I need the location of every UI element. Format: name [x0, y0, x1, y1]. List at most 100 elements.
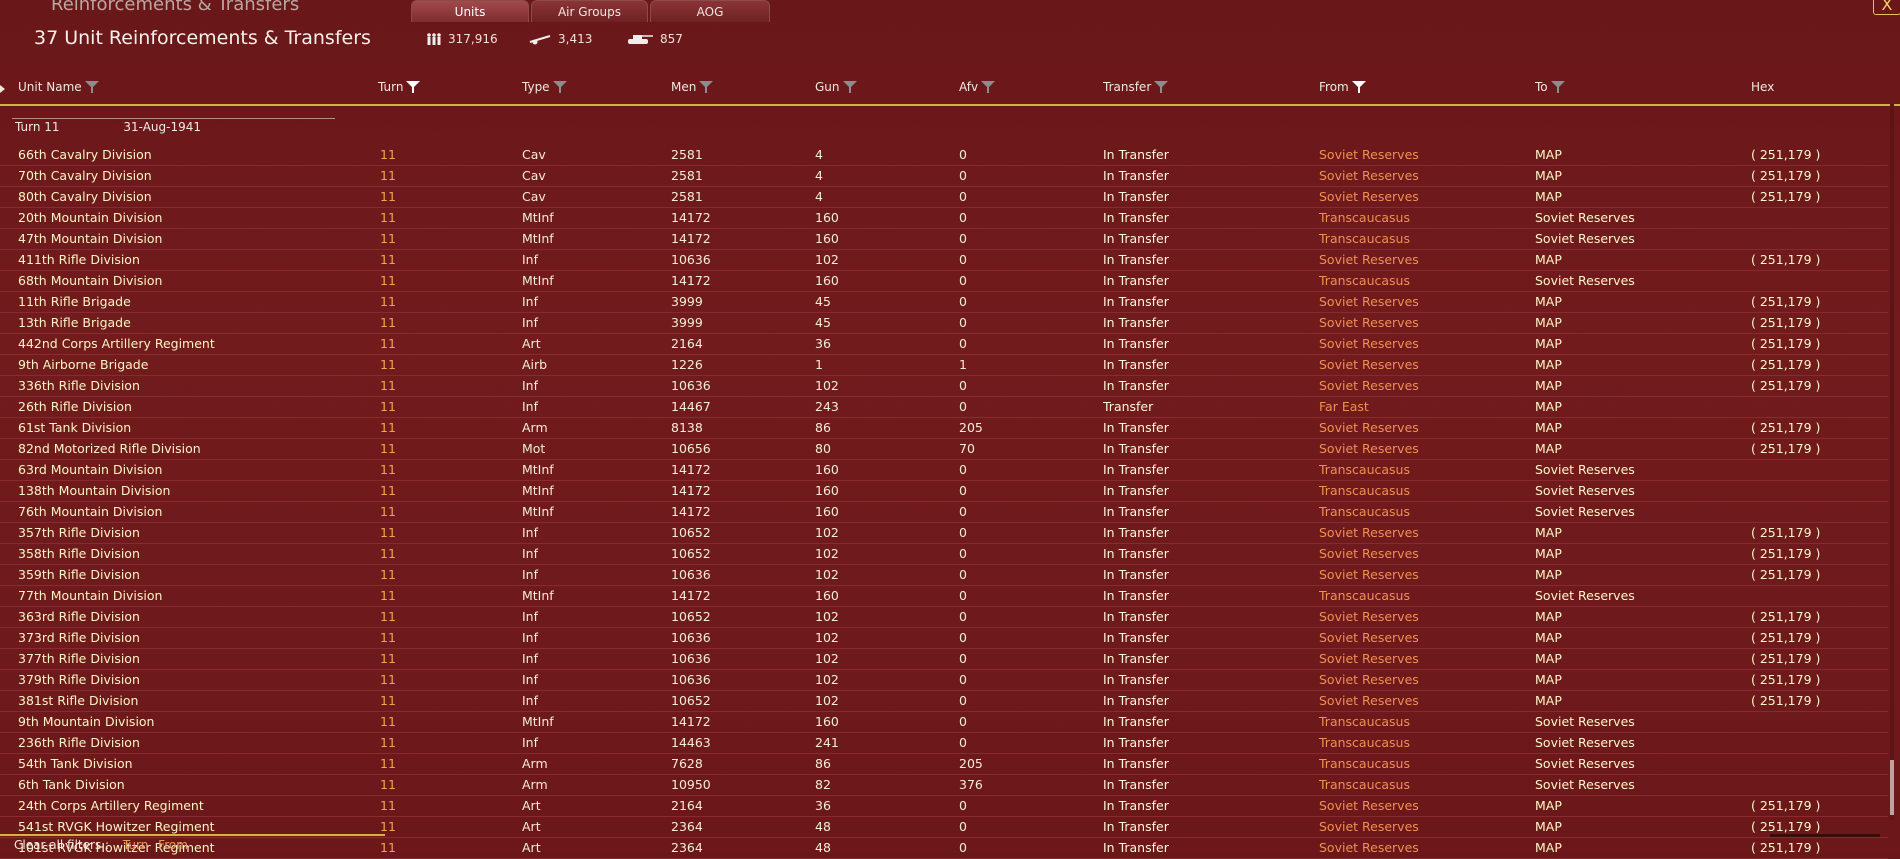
- filter-icon[interactable]: [1154, 81, 1169, 93]
- table-row[interactable]: 236th Rifle Division 11 Inf 14463 241 0 In Tra…: [0, 733, 1888, 754]
- unit-name-cell[interactable]: 13th Rifle Brigade: [18, 315, 131, 330]
- unit-name-cell[interactable]: 9th Airborne Brigade: [18, 357, 148, 372]
- table-row[interactable]: 381st Rifle Division 11 Inf 10652 102 0 In Tra…: [0, 691, 1888, 712]
- unit-name-cell[interactable]: 336th Rifle Division: [18, 378, 140, 393]
- clear-filters-label[interactable]: Clear all filters :: [14, 838, 109, 852]
- unit-name-cell[interactable]: 236th Rifle Division: [18, 735, 140, 750]
- unit-name-cell[interactable]: 76th Mountain Division: [18, 504, 162, 519]
- unit-name-cell[interactable]: 11th Rifle Brigade: [18, 294, 131, 309]
- unit-name-cell[interactable]: 66th Cavalry Division: [18, 147, 152, 162]
- table-row[interactable]: 47th Mountain Division 11 MtInf 14172 160 0 In…: [0, 229, 1888, 250]
- scrollbar-thumb[interactable]: [1890, 760, 1894, 815]
- unit-name-cell[interactable]: 373rd Rifle Division: [18, 630, 140, 645]
- unit-name-cell[interactable]: 9th Mountain Division: [18, 714, 154, 729]
- table-row[interactable]: 442nd Corps Artillery Regiment 11 Art 2164 3…: [0, 334, 1888, 355]
- unit-name-cell[interactable]: 54th Tank Division: [18, 756, 133, 771]
- unit-name-cell[interactable]: 26th Rifle Division: [18, 399, 132, 414]
- table-row[interactable]: 82nd Motorized Rifle Division 11 Mot 10656 8…: [0, 439, 1888, 460]
- table-row[interactable]: 358th Rifle Division 11 Inf 10652 102 0 In Tra…: [0, 544, 1888, 565]
- column-unit-name[interactable]: Unit Name: [18, 80, 99, 94]
- unit-name-cell[interactable]: 359th Rifle Division: [18, 567, 140, 582]
- table-row[interactable]: 357th Rifle Division 11 Inf 10652 102 0 In Tra…: [0, 523, 1888, 544]
- table-row[interactable]: 377th Rifle Division 11 Inf 10636 102 0 In Tra…: [0, 649, 1888, 670]
- hex-cell: ( 251,179 ): [1751, 357, 1821, 372]
- unit-name-cell[interactable]: 47th Mountain Division: [18, 231, 162, 246]
- table-row[interactable]: 76th Mountain Division 11 MtInf 14172 160 0 In…: [0, 502, 1888, 523]
- afv-cell: 70: [959, 441, 975, 456]
- unit-name-cell[interactable]: 377th Rifle Division: [18, 651, 140, 666]
- filter-icon[interactable]: [981, 81, 996, 93]
- table-row[interactable]: 54th Tank Division 11 Arm 7628 86 205 In Trans…: [0, 754, 1888, 775]
- unit-name-cell[interactable]: 357th Rifle Division: [18, 525, 140, 540]
- afv-cell: 1: [959, 357, 967, 372]
- unit-name-cell[interactable]: 411th Rifle Division: [18, 252, 140, 267]
- filter-icon[interactable]: [552, 81, 567, 93]
- table-row[interactable]: 68th Mountain Division 11 MtInf 14172 160 0 In…: [0, 271, 1888, 292]
- unit-name-cell[interactable]: 77th Mountain Division: [18, 588, 162, 603]
- table-row[interactable]: 63rd Mountain Division 11 MtInf 14172 160 0 In…: [0, 460, 1888, 481]
- table-row[interactable]: 336th Rifle Division 11 Inf 10636 102 0 In Tra…: [0, 376, 1888, 397]
- unit-name-cell[interactable]: 68th Mountain Division: [18, 273, 162, 288]
- table-row[interactable]: 13th Rifle Brigade 11 Inf 3999 45 0 In Transfe…: [0, 313, 1888, 334]
- table-row[interactable]: 11th Rifle Brigade 11 Inf 3999 45 0 In Transfe…: [0, 292, 1888, 313]
- table-row[interactable]: 24th Corps Artillery Regiment 11 Art 2164 36…: [0, 796, 1888, 817]
- filter-icon[interactable]: [1550, 81, 1565, 93]
- unit-name-cell[interactable]: 358th Rifle Division: [18, 546, 140, 561]
- unit-name-cell[interactable]: 61st Tank Division: [18, 420, 131, 435]
- unit-name-cell[interactable]: 24th Corps Artillery Regiment: [18, 798, 204, 813]
- filter-active-icon[interactable]: [406, 81, 421, 93]
- unit-name-cell[interactable]: 63rd Mountain Division: [18, 462, 162, 477]
- table-row[interactable]: 20th Mountain Division 11 MtInf 14172 160 0 In…: [0, 208, 1888, 229]
- table-row[interactable]: 9th Airborne Brigade 11 Airb 1226 1 1 In Trans…: [0, 355, 1888, 376]
- filter-active-icon[interactable]: [1351, 81, 1366, 93]
- table-row[interactable]: 379th Rifle Division 11 Inf 10636 102 0 In Tra…: [0, 670, 1888, 691]
- table-row[interactable]: 6th Tank Division 11 Arm 10950 82 376 In Trans…: [0, 775, 1888, 796]
- close-button[interactable]: X: [1873, 0, 1900, 15]
- filter-icon[interactable]: [699, 81, 714, 93]
- table-row[interactable]: 61st Tank Division 11 Arm 8138 86 205 In Trans…: [0, 418, 1888, 439]
- table-row[interactable]: 101st RVGK Howitzer Regiment 11 Art 2364 48 0…: [0, 838, 1888, 859]
- filter-chip-turn[interactable]: Turn: [123, 838, 148, 852]
- unit-name-cell[interactable]: 138th Mountain Division: [18, 483, 170, 498]
- table-row[interactable]: 411th Rifle Division 11 Inf 10636 102 0 In Tra…: [0, 250, 1888, 271]
- horizontal-scrollbar[interactable]: [1770, 834, 1880, 837]
- table-row[interactable]: 373rd Rifle Division 11 Inf 10636 102 0 In Tra…: [0, 628, 1888, 649]
- table-row[interactable]: 359th Rifle Division 11 Inf 10636 102 0 In Tra…: [0, 565, 1888, 586]
- unit-name-cell[interactable]: 442nd Corps Artillery Regiment: [18, 336, 215, 351]
- unit-name-cell[interactable]: 82nd Motorized Rifle Division: [18, 441, 201, 456]
- column-men[interactable]: Men: [671, 80, 714, 94]
- unit-name-cell[interactable]: 6th Tank Division: [18, 777, 125, 792]
- column-turn[interactable]: Turn: [378, 80, 421, 94]
- type-cell: Inf: [522, 630, 539, 645]
- unit-name-cell[interactable]: 363rd Rifle Division: [18, 609, 140, 624]
- column-gun[interactable]: Gun: [815, 80, 857, 94]
- column-from[interactable]: From: [1319, 80, 1366, 94]
- table-row[interactable]: 138th Mountain Division 11 MtInf 14172 160 0 I…: [0, 481, 1888, 502]
- filter-icon[interactable]: [84, 81, 99, 93]
- column-transfer[interactable]: Transfer: [1103, 80, 1169, 94]
- tab-units[interactable]: Units: [411, 0, 529, 22]
- transfer-cell: In Transfer: [1103, 693, 1169, 708]
- filter-chip-from[interactable]: From: [158, 838, 188, 852]
- table-row[interactable]: 70th Cavalry Division 11 Cav 2581 4 0 In Trans…: [0, 166, 1888, 187]
- tab-aog[interactable]: AOG: [650, 0, 770, 22]
- unit-name-cell[interactable]: 541st RVGK Howitzer Regiment: [18, 819, 215, 834]
- unit-name-cell[interactable]: 381st Rifle Division: [18, 693, 138, 708]
- unit-name-cell[interactable]: 379th Rifle Division: [18, 672, 140, 687]
- unit-name-cell[interactable]: 20th Mountain Division: [18, 210, 162, 225]
- unit-name-cell[interactable]: 70th Cavalry Division: [18, 168, 152, 183]
- table-row[interactable]: 26th Rifle Division 11 Inf 14467 243 0 Transfe…: [0, 397, 1888, 418]
- table-row[interactable]: 363rd Rifle Division 11 Inf 10652 102 0 In Tra…: [0, 607, 1888, 628]
- unit-name-cell[interactable]: 80th Cavalry Division: [18, 189, 152, 204]
- column-to[interactable]: To: [1535, 80, 1565, 94]
- vertical-scrollbar[interactable]: [1890, 104, 1894, 820]
- table-row[interactable]: 77th Mountain Division 11 MtInf 14172 160 0 In…: [0, 586, 1888, 607]
- column-afv[interactable]: Afv: [959, 80, 996, 94]
- column-hex[interactable]: Hex: [1751, 80, 1774, 94]
- filter-icon[interactable]: [842, 81, 857, 93]
- table-row[interactable]: 9th Mountain Division 11 MtInf 14172 160 0 In …: [0, 712, 1888, 733]
- tab-air-groups[interactable]: Air Groups: [531, 0, 648, 22]
- table-row[interactable]: 66th Cavalry Division 11 Cav 2581 4 0 In Trans…: [0, 145, 1888, 166]
- table-row[interactable]: 80th Cavalry Division 11 Cav 2581 4 0 In Trans…: [0, 187, 1888, 208]
- column-type[interactable]: Type: [522, 80, 567, 94]
